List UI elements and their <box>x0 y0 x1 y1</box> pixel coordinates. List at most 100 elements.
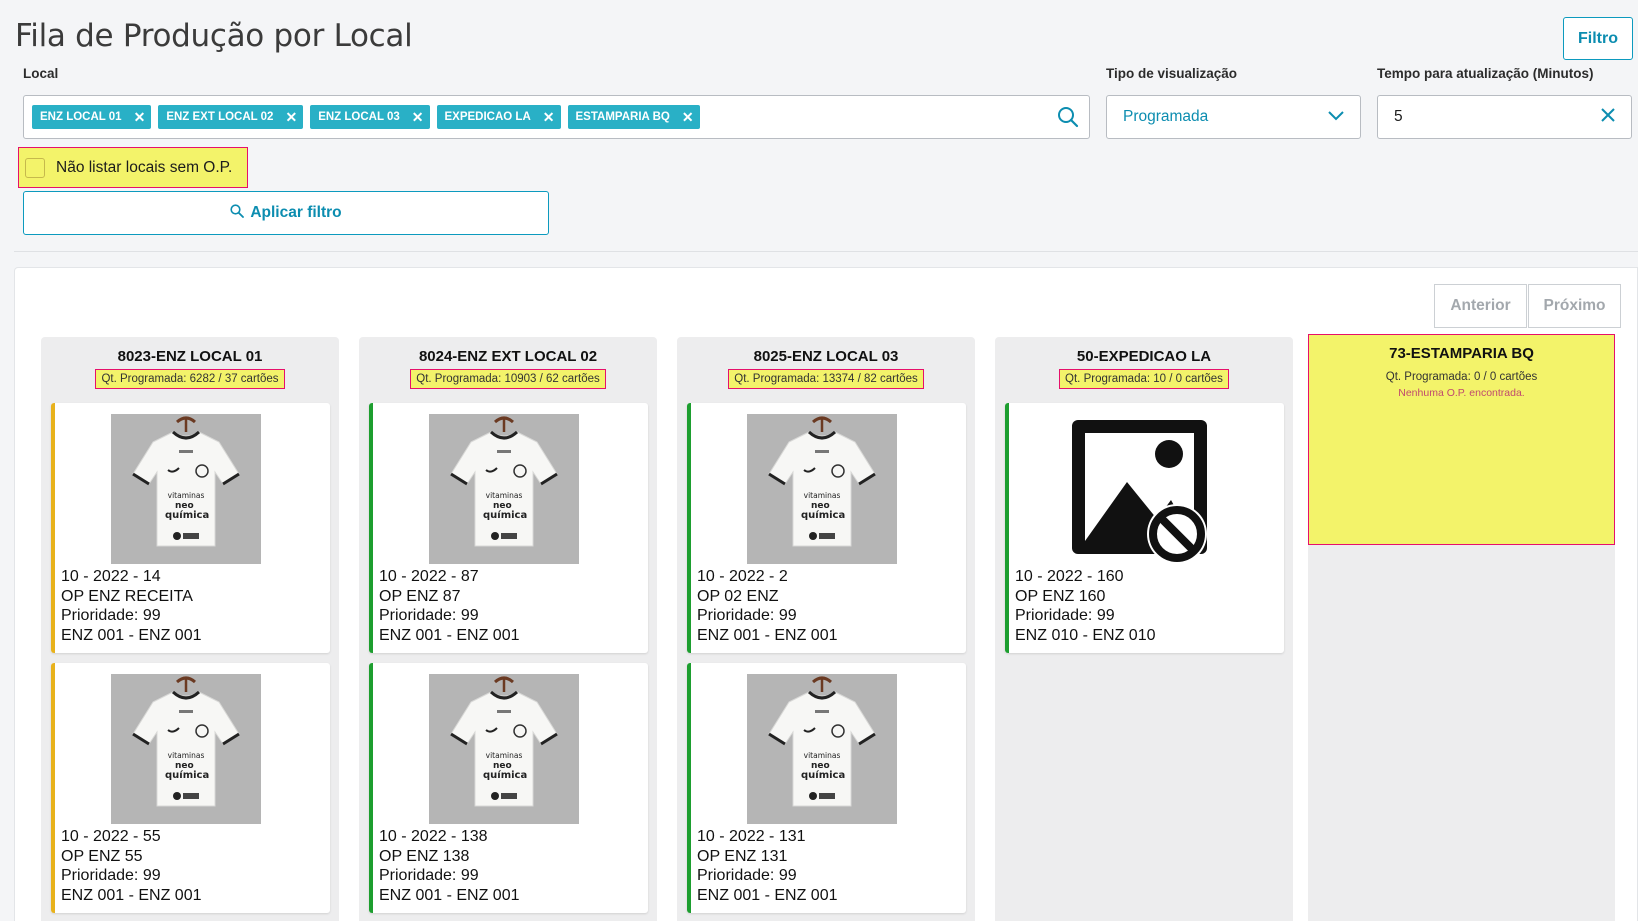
apply-filter-label: Aplicar filtro <box>250 204 342 221</box>
refresh-time-value: 5 <box>1394 108 1403 125</box>
op-name: OP ENZ 138 <box>379 847 470 865</box>
op-card[interactable]: vitaminas neo química 10 - 2022 - 14 OP … <box>51 403 330 653</box>
op-number: 10 - 2022 - 2 <box>697 568 788 585</box>
empty-column-body <box>1308 545 1615 921</box>
op-route: ENZ 001 - ENZ 001 <box>379 626 520 644</box>
svg-text:química: química <box>801 769 845 781</box>
op-card[interactable]: 10 - 2022 - 160 OP ENZ 160 Prioridade: 9… <box>1005 403 1284 653</box>
op-name: OP ENZ 131 <box>697 847 788 865</box>
op-card[interactable]: vitaminas neo química 10 - 2022 - 55 OP … <box>51 663 330 913</box>
local-column: 8023-ENZ LOCAL 01 Qt. Programada: 6282 /… <box>41 337 339 921</box>
op-route: ENZ 001 - ENZ 001 <box>61 886 202 904</box>
divider <box>14 251 1638 252</box>
op-priority: Prioridade: 99 <box>379 607 479 624</box>
local-chip: ENZ LOCAL 01 ✕ <box>32 105 152 129</box>
close-icon[interactable]: ✕ <box>543 109 555 126</box>
op-priority: Prioridade: 99 <box>61 867 161 884</box>
status-bar <box>369 663 373 913</box>
op-priority: Prioridade: 99 <box>379 867 479 884</box>
product-image: vitaminas neo química <box>429 414 579 564</box>
local-column: 8024-ENZ EXT LOCAL 02 Qt. Programada: 10… <box>359 337 657 921</box>
svg-text:química: química <box>165 509 209 521</box>
op-name: OP ENZ 160 <box>1015 587 1106 605</box>
view-type-select[interactable]: Programada <box>1106 95 1361 139</box>
product-image: vitaminas neo química <box>111 414 261 564</box>
op-name: OP ENZ RECEITA <box>61 587 193 605</box>
op-card[interactable]: vitaminas neo química 10 - 2022 - 87 OP … <box>369 403 648 653</box>
local-column-empty: 73-ESTAMPARIA BQ Qt. Programada: 0 / 0 c… <box>1308 334 1615 545</box>
svg-text:vitaminas: vitaminas <box>168 751 205 760</box>
local-multiselect[interactable]: ENZ LOCAL 01 ✕ ENZ EXT LOCAL 02 ✕ ENZ LOCA… <box>23 95 1090 139</box>
close-icon[interactable]: ✕ <box>412 109 424 126</box>
chip-label: ENZ LOCAL 03 <box>318 111 400 123</box>
refresh-time-input[interactable]: 5 <box>1377 95 1632 139</box>
op-number: 10 - 2022 - 138 <box>379 828 488 845</box>
product-image: vitaminas neo química <box>747 414 897 564</box>
op-number: 10 - 2022 - 160 <box>1015 568 1124 585</box>
op-priority: Prioridade: 99 <box>1015 607 1115 624</box>
svg-text:vitaminas: vitaminas <box>804 751 841 760</box>
empty-message: Nenhuma O.P. encontrada. <box>1398 387 1525 399</box>
svg-text:vitaminas: vitaminas <box>486 751 523 760</box>
apply-filter-button[interactable]: Aplicar filtro <box>23 191 549 235</box>
status-bar <box>687 663 691 913</box>
op-name: OP 02 ENZ <box>697 587 779 605</box>
svg-text:vitaminas: vitaminas <box>486 491 523 500</box>
op-route: ENZ 001 - ENZ 001 <box>61 626 202 644</box>
svg-text:química: química <box>801 509 845 521</box>
product-image: vitaminas neo química <box>429 674 579 824</box>
search-icon[interactable] <box>1057 106 1079 133</box>
svg-text:vitaminas: vitaminas <box>168 491 205 500</box>
search-icon <box>230 203 245 223</box>
op-name: OP ENZ 87 <box>379 587 461 605</box>
op-route: ENZ 001 - ENZ 001 <box>697 626 838 644</box>
op-route: ENZ 001 - ENZ 001 <box>697 886 838 904</box>
next-button[interactable]: Próximo <box>1528 284 1621 328</box>
status-bar <box>1005 403 1009 653</box>
view-type-value: Programada <box>1123 108 1209 125</box>
close-icon[interactable]: ✕ <box>682 109 694 126</box>
op-card[interactable]: vitaminas neo química 10 - 2022 - 138 OP… <box>369 663 648 913</box>
close-icon[interactable] <box>1601 107 1615 127</box>
op-number: 10 - 2022 - 87 <box>379 568 479 585</box>
close-icon[interactable]: ✕ <box>134 109 146 126</box>
hide-empty-locals-checkbox[interactable] <box>25 157 45 178</box>
op-name: OP ENZ 55 <box>61 847 143 865</box>
view-type-label: Tipo de visualização <box>1106 66 1238 81</box>
page: Fila de Produção por Local Filtro Local … <box>0 0 1638 921</box>
qt-programada: Qt. Programada: 13374 / 82 cartões <box>728 369 924 389</box>
status-bar <box>51 663 55 913</box>
column-title: 8024-ENZ EXT LOCAL 02 <box>418 347 598 365</box>
close-icon[interactable]: ✕ <box>285 109 297 126</box>
product-image: vitaminas neo química <box>111 674 261 824</box>
local-chip: EXPEDICAO LA ✕ <box>436 105 561 129</box>
op-number: 10 - 2022 - 14 <box>61 568 161 585</box>
op-card[interactable]: vitaminas neo química 10 - 2022 - 2 OP 0… <box>687 403 966 653</box>
hide-empty-locals-option[interactable]: Não listar locais sem O.P. <box>18 147 248 188</box>
local-column: 50-EXPEDICAO LA Qt. Programada: 10 / 0 c… <box>995 337 1293 921</box>
qt-programada: Qt. Programada: 10903 / 62 cartões <box>410 369 606 389</box>
op-route: ENZ 001 - ENZ 001 <box>379 886 520 904</box>
local-chip: ENZ LOCAL 03 ✕ <box>310 105 430 129</box>
status-bar <box>687 403 691 653</box>
chip-label: ENZ LOCAL 01 <box>40 111 122 123</box>
local-column: 8025-ENZ LOCAL 03 Qt. Programada: 13374 … <box>677 337 975 921</box>
filter-button[interactable]: Filtro <box>1563 17 1633 60</box>
chip-label: ENZ EXT LOCAL 02 <box>166 111 274 123</box>
qt-programada: Qt. Programada: 10 / 0 cartões <box>1059 369 1229 389</box>
chevron-down-icon <box>1328 108 1344 126</box>
column-title: 73-ESTAMPARIA BQ <box>1389 344 1534 362</box>
op-card[interactable]: vitaminas neo química 10 - 2022 - 131 OP… <box>687 663 966 913</box>
column-title: 8023-ENZ LOCAL 01 <box>117 347 263 365</box>
op-priority: Prioridade: 99 <box>61 607 161 624</box>
qt-programada: Qt. Programada: 0 / 0 cartões <box>1385 371 1538 383</box>
op-number: 10 - 2022 - 131 <box>697 828 806 845</box>
status-bar <box>51 403 55 653</box>
page-title: Fila de Produção por Local <box>15 18 413 54</box>
status-bar <box>369 403 373 653</box>
previous-button[interactable]: Anterior <box>1434 284 1527 328</box>
op-priority: Prioridade: 99 <box>697 867 797 884</box>
op-priority: Prioridade: 99 <box>697 607 797 624</box>
op-route: ENZ 010 - ENZ 010 <box>1015 626 1156 644</box>
svg-text:vitaminas: vitaminas <box>804 491 841 500</box>
